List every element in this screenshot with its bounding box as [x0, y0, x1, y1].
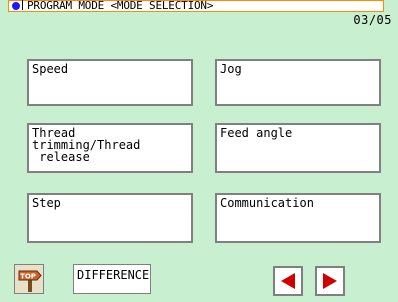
communication-button[interactable]: Communication: [215, 193, 381, 243]
step-button-label: Step: [32, 196, 61, 210]
page-title: PROGRAM MODE <MODE SELECTION>: [21, 0, 214, 12]
jog-button-label: Jog: [220, 62, 242, 76]
feed-angle-button[interactable]: Feed angle: [215, 123, 381, 173]
left-arrow-icon: [281, 273, 295, 289]
previous-page-button[interactable]: [273, 266, 303, 296]
speed-button-label: Speed: [32, 62, 69, 76]
thread-trimming-button[interactable]: Thread trimming/Thread release: [27, 123, 193, 173]
thread-trimming-button-label: Thread trimming/Thread release: [32, 126, 141, 164]
status-dot-icon: [12, 2, 20, 10]
header-bar: PROGRAM MODE <MODE SELECTION>: [8, 0, 384, 12]
speed-button[interactable]: Speed: [27, 59, 193, 106]
page-number: 03/05: [353, 13, 392, 27]
top-icon-label: TOP: [20, 273, 36, 281]
top-icon: TOP: [18, 270, 42, 292]
step-button[interactable]: Step: [27, 193, 193, 243]
top-button[interactable]: TOP: [14, 264, 44, 294]
next-page-button[interactable]: [315, 266, 345, 296]
right-arrow-icon: [323, 273, 337, 289]
difference-button[interactable]: DIFFERENCE: [73, 264, 151, 294]
feed-angle-button-label: Feed angle: [220, 126, 293, 140]
communication-button-label: Communication: [220, 196, 314, 210]
jog-button[interactable]: Jog: [215, 59, 381, 106]
